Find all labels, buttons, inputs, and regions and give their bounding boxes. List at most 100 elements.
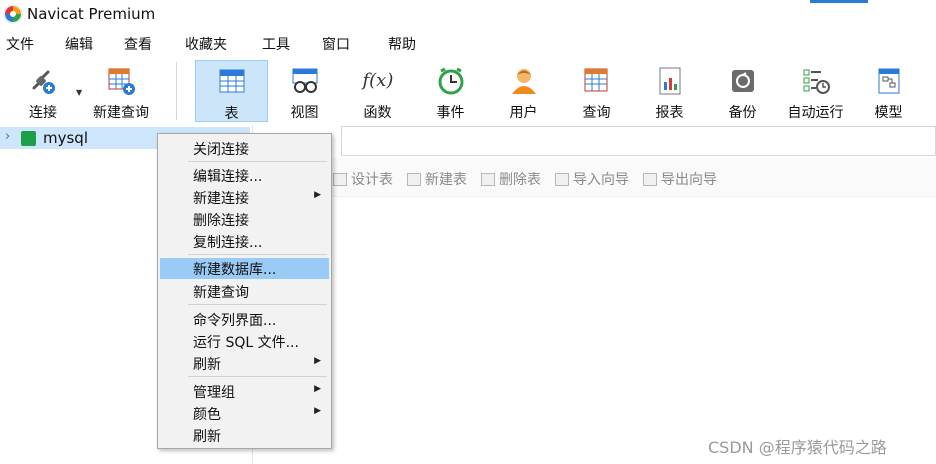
clock-event-icon [438, 67, 463, 95]
connect-label: 连接 [29, 105, 57, 121]
menu-item-label: 颜色 [193, 407, 221, 423]
expand-chevron-icon[interactable]: › [5, 129, 10, 144]
backup-label: 备份 [728, 105, 757, 121]
menu-manage-group[interactable]: 管理组 ▶ [160, 381, 329, 402]
automation-button[interactable]: 自动运行 [779, 60, 852, 122]
menu-delete-connection[interactable]: 删除连接 [160, 209, 329, 230]
menu-separator [188, 304, 327, 305]
object-tab-bar [341, 126, 936, 156]
view-glasses-icon [292, 68, 317, 93]
menu-item-label: 关闭连接 [193, 142, 249, 158]
toolbar-separator [176, 62, 177, 120]
delete-table-label: 删除表 [499, 172, 541, 188]
automation-checklist-icon [803, 69, 830, 94]
automation-label: 自动运行 [787, 105, 844, 121]
model-button[interactable]: 模型 [852, 60, 925, 122]
event-label: 事件 [436, 105, 465, 121]
menu-item-label: 刷新 [193, 357, 221, 373]
menu-help[interactable]: 帮助 [388, 34, 416, 54]
menu-favorites[interactable]: 收藏夹 [185, 34, 227, 54]
menu-separator [188, 161, 327, 162]
delete-table-button[interactable]: 删除表 [481, 169, 541, 189]
window-control-accent [810, 0, 868, 3]
watermark: CSDN @程序猿代码之路 [708, 438, 887, 457]
report-chart-icon [659, 67, 680, 95]
connection-label: mysql [43, 129, 88, 147]
export-wizard-icon [643, 173, 657, 186]
new-query-label: 新建查询 [93, 105, 149, 121]
design-table-icon [333, 173, 347, 186]
new-table-button[interactable]: 新建表 [407, 169, 467, 189]
menu-edit[interactable]: 编辑 [65, 34, 93, 54]
query-label: 查询 [582, 105, 611, 121]
view-button[interactable]: 视图 [268, 60, 341, 122]
model-icon [878, 68, 899, 94]
navicat-logo-icon [3, 4, 23, 24]
menu-view[interactable]: 查看 [124, 34, 152, 54]
new-query-button[interactable]: 新建查询 [86, 60, 156, 122]
export-wizard-label: 导出向导 [661, 172, 717, 188]
menu-new-database[interactable]: 新建数据库... [160, 258, 329, 279]
menu-console[interactable]: 命令列界面... [160, 309, 329, 330]
event-button[interactable]: 事件 [414, 60, 487, 122]
connect-button[interactable]: 连接 [14, 60, 72, 122]
menu-item-label: 管理组 [193, 385, 235, 401]
app-title: Navicat Premium [27, 5, 156, 23]
table-button[interactable]: 表 [195, 60, 268, 122]
menu-new-query[interactable]: 新建查询 [160, 281, 329, 302]
table-icon [219, 69, 244, 93]
function-label: 函数 [363, 105, 392, 121]
menu-file[interactable]: 文件 [6, 34, 34, 54]
user-button[interactable]: 用户 [487, 60, 560, 122]
menu-item-label: 复制连接... [193, 235, 263, 251]
menu-window[interactable]: 窗口 [322, 34, 350, 54]
menu-item-label: 刷新 [193, 429, 221, 445]
menu-close-connection[interactable]: 关闭连接 [160, 138, 329, 159]
query-button[interactable]: 查询 [560, 60, 633, 122]
menu-color[interactable]: 颜色 ▶ [160, 403, 329, 424]
import-wizard-button[interactable]: 导入向导 [555, 169, 629, 189]
function-button[interactable]: f(x) 函数 [341, 60, 414, 122]
menu-copy-connection[interactable]: 复制连接... [160, 231, 329, 252]
import-wizard-label: 导入向导 [573, 172, 629, 188]
menu-bar: 文件 编辑 查看 收藏夹 工具 窗口 帮助 [0, 32, 936, 56]
menu-item-label: 新建查询 [193, 285, 249, 301]
backup-button[interactable]: 备份 [706, 60, 779, 122]
report-button[interactable]: 报表 [633, 60, 706, 122]
import-wizard-icon [555, 173, 569, 186]
menu-refresh-submenu[interactable]: 刷新 ▶ [160, 353, 329, 374]
object-toolbar: 设计表 新建表 删除表 导入向导 导出向导 [253, 158, 936, 197]
menu-edit-connection[interactable]: 编辑连接... [160, 165, 329, 186]
export-wizard-button[interactable]: 导出向导 [643, 169, 717, 189]
plug-connect-icon [32, 70, 55, 94]
menu-new-connection[interactable]: 新建连接 ▶ [160, 187, 329, 208]
menu-separator [188, 254, 327, 255]
menu-separator [188, 376, 327, 377]
menu-refresh[interactable]: 刷新 [160, 425, 329, 446]
menu-item-label: 新建数据库... [193, 262, 277, 278]
query-grid-icon [584, 68, 607, 92]
menu-item-label: 编辑连接... [193, 169, 263, 185]
function-fx-icon: f(x) [362, 70, 394, 91]
backup-icon [731, 70, 754, 92]
model-label: 模型 [874, 105, 903, 121]
title-bar: Navicat Premium [0, 0, 936, 30]
new-table-icon [407, 173, 421, 186]
main-toolbar: 连接 ▼ 新建查询 表 视图 f(x) 函数 事件 用户 查询 报表 备份 自动… [0, 58, 936, 124]
menu-run-sql-file[interactable]: 运行 SQL 文件... [160, 331, 329, 352]
menu-item-label: 命令列界面... [193, 313, 277, 329]
user-icon [511, 69, 536, 94]
menu-item-label: 新建连接 [193, 191, 249, 207]
menu-tools[interactable]: 工具 [262, 34, 290, 54]
submenu-arrow-icon: ▶ [314, 190, 321, 200]
submenu-arrow-icon: ▶ [314, 356, 321, 366]
new-query-grid-icon [108, 68, 135, 95]
submenu-arrow-icon: ▶ [314, 384, 321, 394]
design-table-button[interactable]: 设计表 [333, 169, 393, 189]
view-label: 视图 [290, 105, 319, 121]
connect-dropdown-icon[interactable]: ▼ [76, 88, 82, 97]
delete-table-icon [481, 173, 495, 186]
mysql-connection-icon [21, 131, 36, 146]
design-table-label: 设计表 [351, 172, 393, 188]
connection-context-menu: 关闭连接 编辑连接... 新建连接 ▶ 删除连接 复制连接... 新建数据库...… [157, 133, 332, 449]
